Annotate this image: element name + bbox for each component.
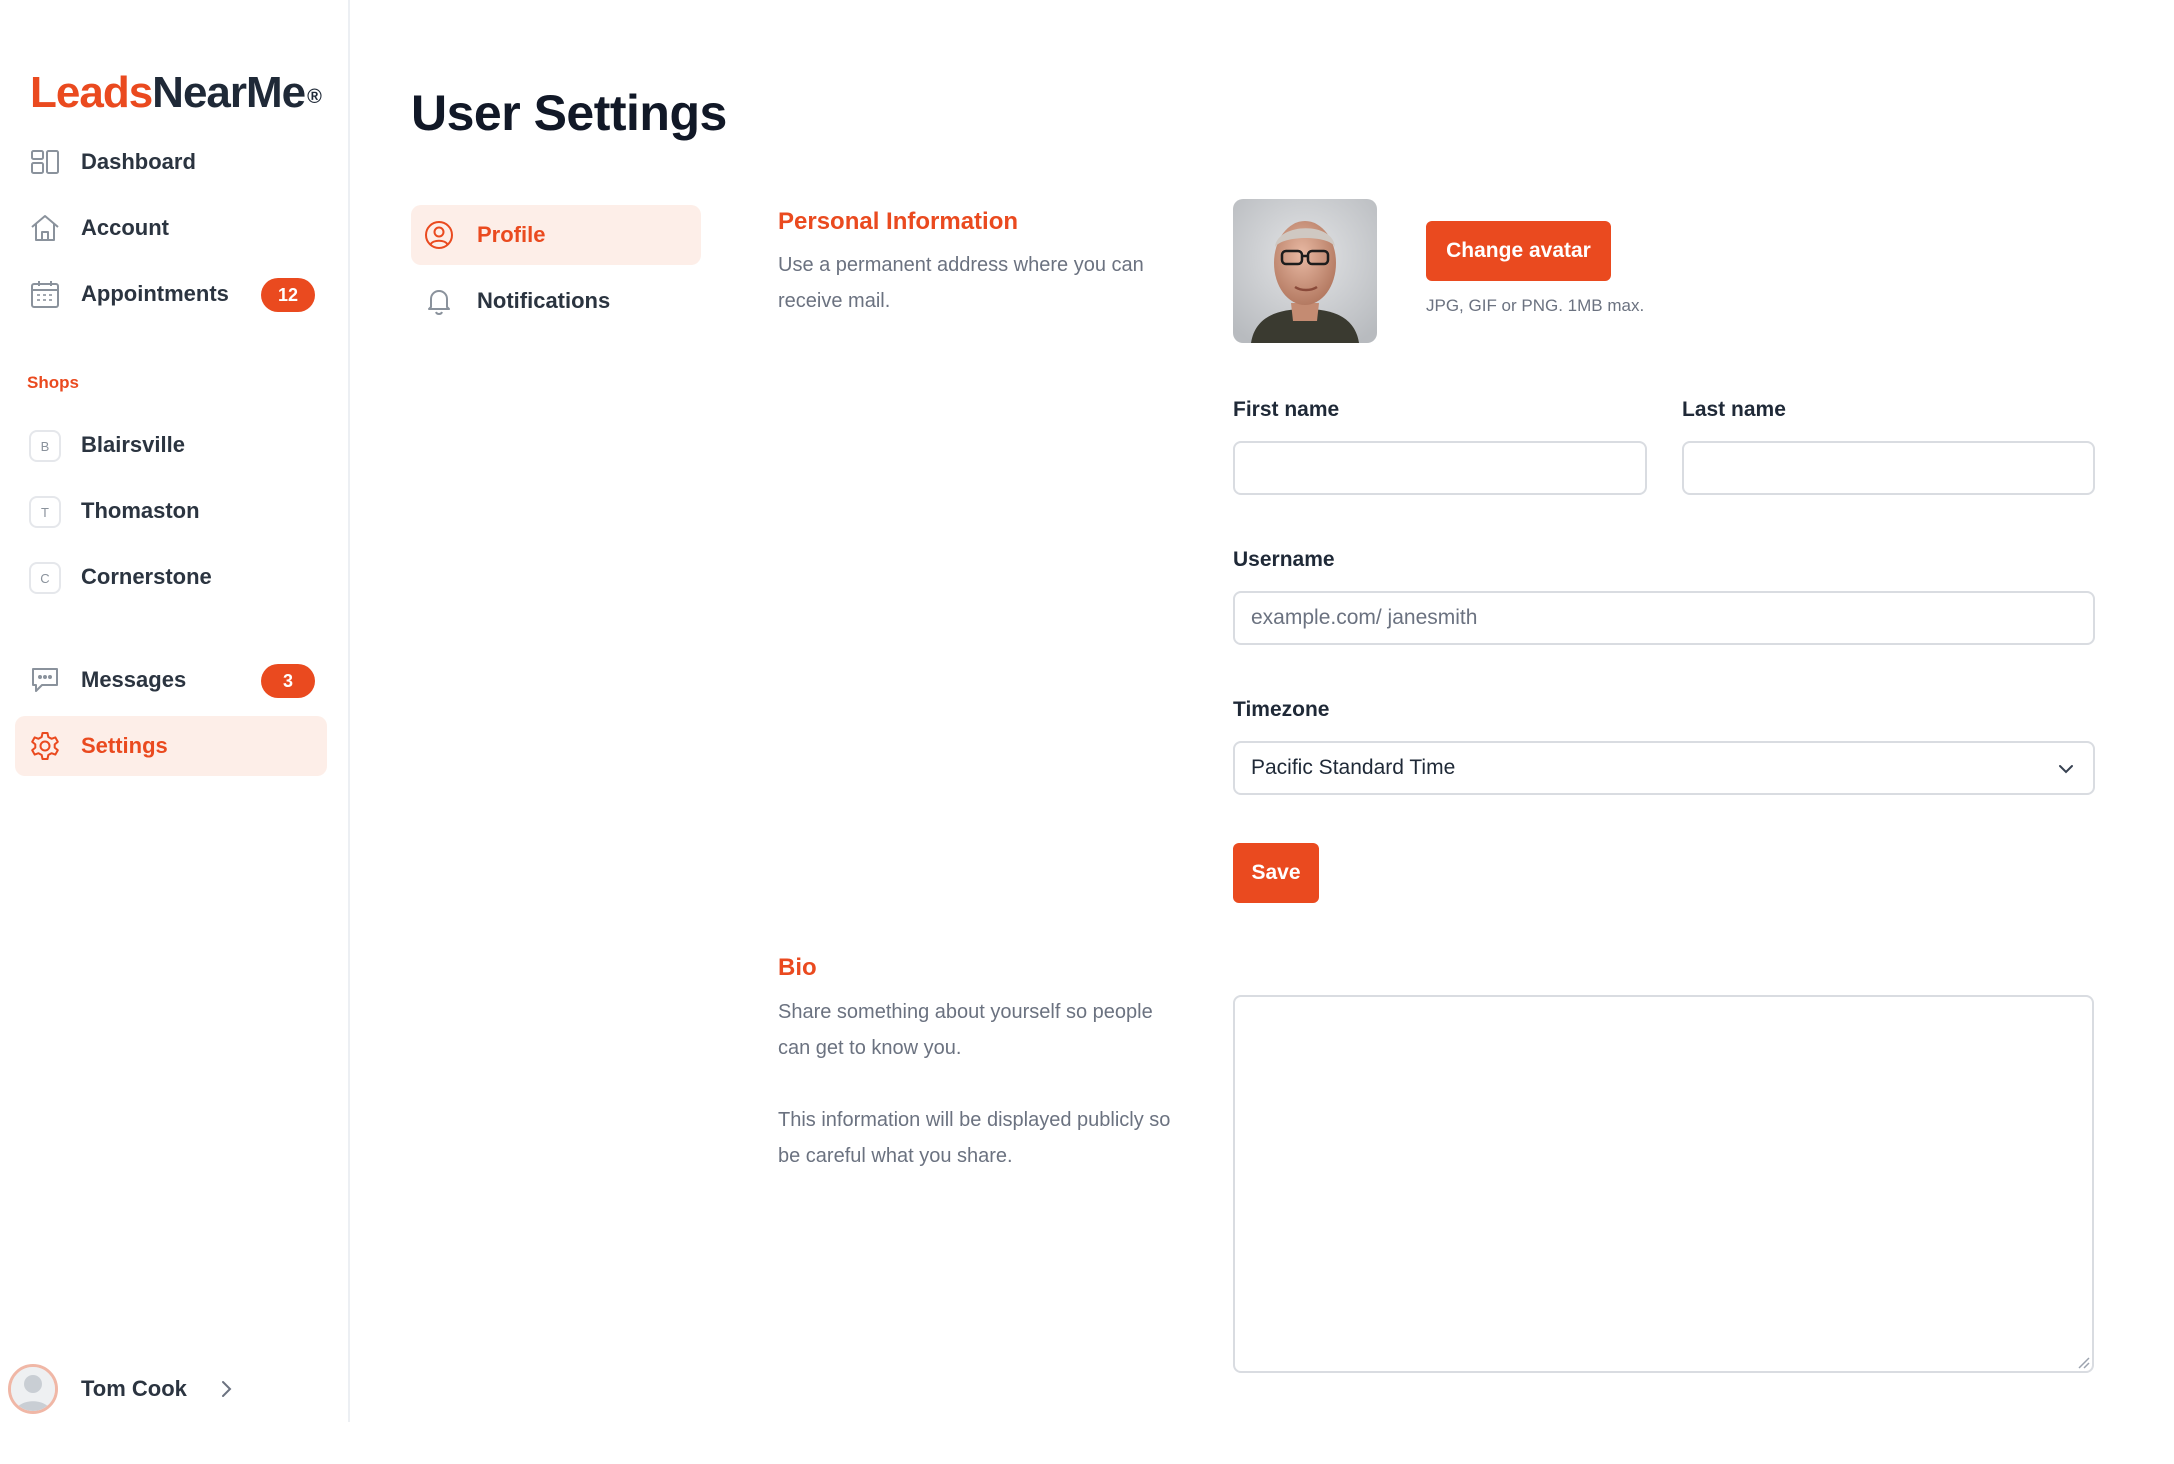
avatar-hint: JPG, GIF or PNG. 1MB max.: [1426, 296, 1645, 315]
sidebar-item-dashboard[interactable]: Dashboard: [15, 132, 327, 192]
profile-photo: [1233, 199, 1377, 343]
sidebar-item-label: Thomaston: [81, 498, 200, 523]
sidebar-item-label: Account: [81, 215, 169, 240]
timezone-label: Timezone: [1233, 698, 1330, 721]
personal-information-description: Use a permanent address where you can re…: [778, 254, 1144, 312]
user-circle-icon: [425, 221, 453, 249]
sidebar-item-label: Appointments: [81, 281, 229, 306]
bell-icon: [428, 290, 450, 315]
avatar: [8, 1364, 58, 1414]
shop-initial-badge: C: [29, 562, 61, 594]
sidebar-item-account[interactable]: Account: [15, 198, 327, 258]
brand-name-part2: NearMe: [152, 68, 306, 117]
chevron-down-icon: [2059, 765, 2073, 774]
username-input[interactable]: example.com/ janesmith: [1233, 591, 2095, 645]
tab-label: Profile: [477, 222, 546, 247]
last-name-label: Last name: [1682, 398, 1786, 421]
timezone-selected-value: Pacific Standard Time: [1251, 756, 1456, 779]
page-title: User Settings: [411, 85, 727, 141]
sidebar: LeadsNearMe ® Dashboard Account Appointme…: [0, 0, 350, 1422]
personal-information-title: Personal Information: [778, 208, 1019, 235]
sidebar-item-label: Cornerstone: [81, 564, 212, 589]
bio-textarea[interactable]: [1233, 995, 2094, 1373]
shops-heading: Shops: [27, 373, 79, 392]
gear-icon: [31, 732, 59, 760]
shop-initial-badge: B: [29, 430, 61, 462]
sidebar-item-settings[interactable]: Settings: [15, 716, 327, 776]
calendar-icon: [31, 281, 59, 308]
change-avatar-button[interactable]: Change avatar: [1426, 221, 1611, 281]
chevron-right-icon: [222, 1381, 232, 1397]
bio-title: Bio: [778, 954, 817, 981]
dashboard-icon: [31, 150, 59, 174]
username-value: example.com/ janesmith: [1251, 606, 1478, 629]
first-name-label: First name: [1233, 398, 1340, 421]
chat-icon: [32, 668, 58, 692]
bio-description-2: This information will be displayed publi…: [778, 1109, 1171, 1167]
tab-label: Notifications: [477, 288, 611, 313]
sidebar-item-cornerstone[interactable]: C Cornerstone: [15, 547, 327, 607]
sidebar-item-label: Messages: [81, 667, 187, 692]
sidebar-item-messages[interactable]: Messages 3: [15, 650, 327, 710]
user-profile-menu[interactable]: Tom Cook: [8, 1362, 308, 1416]
registered-mark: ®: [307, 86, 322, 108]
timezone-select[interactable]: Pacific Standard Time: [1233, 741, 2095, 795]
last-name-input[interactable]: [1682, 441, 2095, 495]
brand-logo[interactable]: LeadsNearMe ®: [30, 66, 322, 120]
brand-name-part1: Leads: [30, 68, 153, 117]
bio-description-1: Share something about yourself so people…: [778, 1001, 1153, 1059]
shop-initial-badge: T: [29, 496, 61, 528]
profile-avatar-image: [1233, 199, 1377, 343]
save-button[interactable]: Save: [1233, 843, 1319, 903]
sidebar-item-label: Blairsville: [81, 432, 185, 457]
sidebar-item-appointments[interactable]: Appointments 12: [15, 264, 327, 324]
first-name-input[interactable]: [1233, 441, 1647, 495]
tab-notifications[interactable]: Notifications: [411, 271, 701, 331]
sidebar-item-thomaston[interactable]: T Thomaston: [15, 481, 327, 541]
messages-count-badge: 3: [261, 664, 315, 698]
sidebar-item-label: Dashboard: [81, 149, 196, 174]
home-icon: [31, 215, 59, 241]
user-silhouette-icon: [11, 1367, 55, 1411]
sidebar-item-label: Settings: [81, 733, 168, 758]
tab-profile[interactable]: Profile: [411, 205, 701, 265]
user-name: Tom Cook: [81, 1376, 187, 1401]
username-label: Username: [1233, 548, 1335, 571]
resize-handle-icon[interactable]: [2076, 1355, 2090, 1369]
appointments-count-badge: 12: [261, 278, 315, 312]
sidebar-item-blairsville[interactable]: B Blairsville: [15, 415, 327, 475]
